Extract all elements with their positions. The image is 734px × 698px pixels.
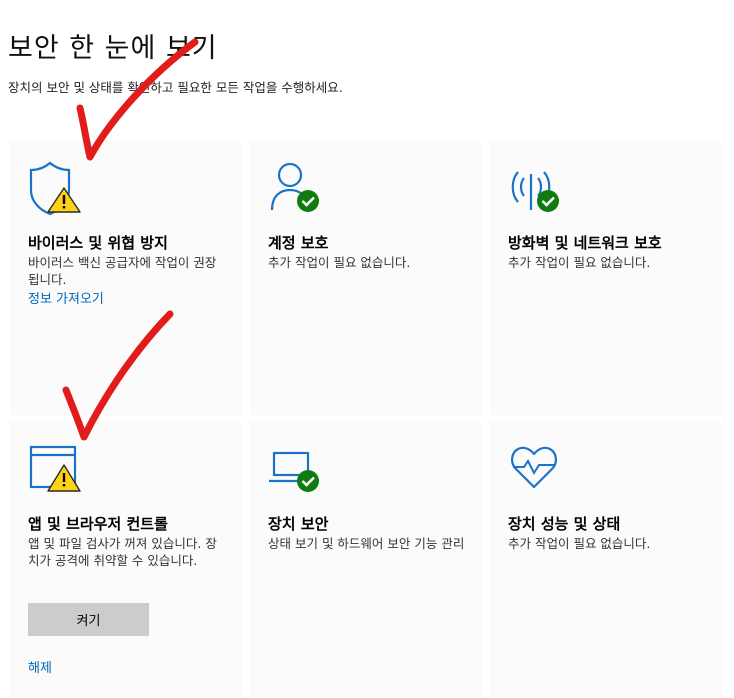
shield-warning-icon (28, 160, 88, 216)
laptop-check-icon (268, 441, 328, 497)
tile-title: 바이러스 및 위협 방지 (28, 234, 168, 252)
tile-description: 추가 작업이 필요 없습니다. (508, 536, 651, 551)
tile-description: 추가 작업이 필요 없습니다. (508, 255, 651, 270)
tile-title: 계정 보호 (268, 234, 329, 252)
tile-firewall-network-protection[interactable]: 방화벽 및 네트워크 보호 추가 작업이 필요 없습니다. (490, 140, 722, 415)
tile-virus-threat-protection[interactable]: 바이러스 및 위협 방지 바이러스 백신 공급자에 작업이 권장됩니다. 정보 … (10, 140, 242, 415)
tile-device-performance-health[interactable]: 장치 성능 및 상태 추가 작업이 필요 없습니다. (490, 421, 722, 698)
heart-pulse-icon (508, 441, 568, 497)
get-info-link[interactable]: 정보 가져오기 (28, 288, 104, 307)
tile-app-browser-control[interactable]: 앱 및 브라우저 컨트롤 앱 및 파일 검사가 꺼져 있습니다. 장치가 공격에… (10, 421, 242, 698)
tile-description: 상태 보기 및 하드웨어 보안 기능 관리 (268, 536, 465, 551)
dismiss-link[interactable]: 해제 (28, 657, 52, 676)
network-check-icon (508, 160, 568, 216)
tile-title: 방화벽 및 네트워크 보호 (508, 234, 662, 252)
tile-title: 장치 보안 (268, 515, 329, 533)
tile-title: 장치 성능 및 상태 (508, 515, 621, 533)
turn-on-button[interactable]: 켜기 (28, 603, 149, 636)
browser-warning-icon (28, 441, 88, 497)
tile-description: 추가 작업이 필요 없습니다. (268, 255, 411, 270)
account-check-icon (268, 160, 328, 216)
tile-title: 앱 및 브라우저 컨트롤 (28, 515, 168, 533)
security-tiles-grid: 바이러스 및 위협 방지 바이러스 백신 공급자에 작업이 권장됩니다. 정보 … (0, 0, 734, 698)
tile-device-security[interactable]: 장치 보안 상태 보기 및 하드웨어 보안 기능 관리 (250, 421, 482, 698)
tile-description: 바이러스 백신 공급자에 작업이 권장됩니다. (28, 255, 217, 287)
tile-description: 앱 및 파일 검사가 꺼져 있습니다. 장치가 공격에 취약할 수 있습니다. (28, 536, 217, 568)
tile-account-protection[interactable]: 계정 보호 추가 작업이 필요 없습니다. (250, 140, 482, 415)
